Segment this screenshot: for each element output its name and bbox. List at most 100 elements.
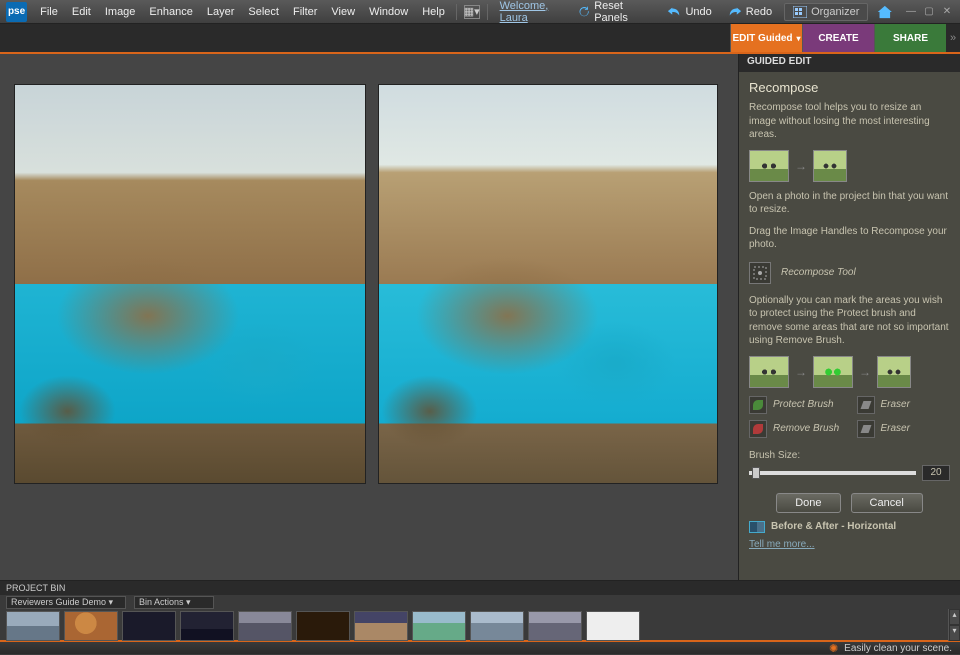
- view-mode-icon[interactable]: [749, 521, 765, 533]
- project-bin: PROJECT BIN Reviewers Guide Demo ▾ Bin A…: [0, 580, 960, 640]
- eraser-icon: [857, 420, 875, 438]
- app-logo: pse: [6, 2, 27, 22]
- menu-view[interactable]: View: [324, 6, 362, 18]
- view-mode-label: Before & After - Horizontal: [771, 521, 896, 532]
- menu-image[interactable]: Image: [98, 6, 143, 18]
- bin-actions-select[interactable]: Bin Actions ▾: [134, 596, 214, 609]
- recompose-tool-button[interactable]: Recompose Tool: [749, 262, 950, 284]
- arrow-icon: →: [859, 365, 871, 379]
- arrow-icon: →: [795, 365, 807, 379]
- remove-brush-icon: [749, 420, 767, 438]
- bin-thumb[interactable]: [528, 611, 582, 641]
- panel-description: Recompose tool helps you to resize an im…: [749, 101, 950, 142]
- undo-icon: [667, 5, 681, 19]
- cancel-button[interactable]: Cancel: [851, 493, 923, 513]
- project-bin-header: PROJECT BIN: [0, 581, 960, 595]
- recompose-tool-icon: [749, 262, 771, 284]
- redo-label: Redo: [746, 6, 772, 18]
- panel-header: GUIDED EDIT: [739, 54, 960, 72]
- organizer-button[interactable]: Organizer: [784, 3, 868, 21]
- status-tip: Easily clean your scene.: [844, 643, 952, 654]
- brush-example-1: [749, 356, 789, 388]
- menu-enhance[interactable]: Enhance: [142, 6, 199, 18]
- bin-select[interactable]: Reviewers Guide Demo ▾: [6, 596, 126, 609]
- grid-icon: [793, 6, 807, 18]
- optional-description: Optionally you can mark the areas you wi…: [749, 294, 950, 348]
- home-icon[interactable]: [876, 3, 894, 21]
- protect-brush-label: Protect Brush: [773, 399, 834, 410]
- protect-brush-icon: [749, 396, 767, 414]
- menu-layer[interactable]: Layer: [200, 6, 242, 18]
- status-bar: ✺ Easily clean your scene.: [0, 640, 960, 654]
- menu-bar: pse File Edit Image Enhance Layer Select…: [0, 0, 960, 24]
- example-before-thumb: [749, 150, 789, 182]
- example-thumbs-2: → →: [749, 356, 950, 388]
- scroll-up-button[interactable]: ▴: [949, 609, 960, 625]
- bin-thumb[interactable]: [238, 611, 292, 641]
- panel-title: Recompose: [749, 80, 950, 95]
- bin-thumb[interactable]: [296, 611, 350, 641]
- bin-thumb[interactable]: [354, 611, 408, 641]
- bin-thumb[interactable]: [412, 611, 466, 641]
- after-image[interactable]: [378, 84, 718, 484]
- window-controls: — ▢ ✕: [904, 6, 954, 18]
- maximize-button[interactable]: ▢: [922, 6, 936, 18]
- layout-toggle-icon[interactable]: ▦▾: [464, 5, 480, 19]
- undo-label: Undo: [685, 6, 711, 18]
- menu-select[interactable]: Select: [241, 6, 286, 18]
- separator: [456, 4, 457, 20]
- menu-help[interactable]: Help: [415, 6, 452, 18]
- tab-create[interactable]: CREATE: [802, 24, 874, 52]
- example-thumbs-1: →: [749, 150, 950, 182]
- canvas-area: [0, 54, 738, 580]
- remove-eraser-button[interactable]: Eraser: [857, 420, 951, 438]
- expand-panels-icon[interactable]: »: [946, 24, 960, 52]
- remove-brush-label: Remove Brush: [773, 423, 839, 434]
- minimize-button[interactable]: —: [904, 6, 918, 18]
- bin-thumb[interactable]: [586, 611, 640, 641]
- remove-brush-button[interactable]: Remove Brush: [749, 420, 843, 438]
- slider-thumb[interactable]: [752, 467, 760, 479]
- close-button[interactable]: ✕: [940, 6, 954, 18]
- brush-example-2: [813, 356, 853, 388]
- tab-edit[interactable]: EDIT Guided: [730, 24, 802, 52]
- step-drag-handles: Drag the Image Handles to Recompose your…: [749, 225, 950, 252]
- brush-size-slider[interactable]: [749, 471, 916, 475]
- bin-thumb[interactable]: [180, 611, 234, 641]
- brush-size-label: Brush Size:: [749, 450, 950, 461]
- menu-filter[interactable]: Filter: [286, 6, 324, 18]
- reset-panels-button[interactable]: Reset Panels: [570, 0, 660, 24]
- mode-bar: EDIT Guided CREATE SHARE »: [0, 24, 960, 54]
- redo-button[interactable]: Redo: [720, 5, 780, 19]
- recompose-tool-label: Recompose Tool: [781, 267, 856, 278]
- bin-thumb[interactable]: [6, 611, 60, 641]
- separator: [487, 4, 488, 20]
- arrow-icon: →: [795, 159, 807, 173]
- eraser-label: Eraser: [881, 423, 910, 434]
- scroll-down-button[interactable]: ▾: [949, 625, 960, 641]
- redo-icon: [728, 5, 742, 19]
- menu-window[interactable]: Window: [362, 6, 415, 18]
- step-open-photo: Open a photo in the project bin that you…: [749, 190, 950, 217]
- bin-thumb[interactable]: [64, 611, 118, 641]
- brush-size-value[interactable]: 20: [922, 465, 950, 481]
- guided-edit-panel: GUIDED EDIT Recompose Recompose tool hel…: [738, 54, 960, 580]
- done-button[interactable]: Done: [776, 493, 840, 513]
- eraser-label: Eraser: [881, 399, 910, 410]
- menu-file[interactable]: File: [33, 6, 65, 18]
- example-after-thumb: [813, 150, 847, 182]
- welcome-link[interactable]: Welcome, Laura: [500, 0, 570, 24]
- tip-icon: ✺: [829, 642, 838, 655]
- tab-share[interactable]: SHARE: [874, 24, 946, 52]
- eraser-icon: [857, 396, 875, 414]
- bin-thumb[interactable]: [470, 611, 524, 641]
- tell-me-more-link[interactable]: Tell me more...: [749, 539, 815, 550]
- reset-panels-label: Reset Panels: [594, 0, 651, 24]
- protect-eraser-button[interactable]: Eraser: [857, 396, 951, 414]
- undo-button[interactable]: Undo: [659, 5, 719, 19]
- menu-edit[interactable]: Edit: [65, 6, 98, 18]
- organizer-label: Organizer: [811, 6, 859, 18]
- protect-brush-button[interactable]: Protect Brush: [749, 396, 843, 414]
- bin-thumb[interactable]: [122, 611, 176, 641]
- before-image[interactable]: [14, 84, 366, 484]
